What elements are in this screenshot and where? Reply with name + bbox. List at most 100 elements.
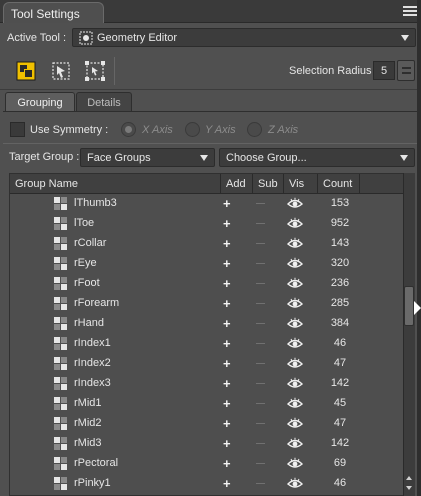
subtract-icon[interactable] [256, 443, 265, 444]
column-header-add[interactable]: Add [221, 174, 253, 194]
subtract-icon[interactable] [256, 343, 265, 344]
add-icon[interactable]: + [223, 216, 231, 231]
visibility-eye-icon[interactable] [287, 357, 303, 370]
column-header-group-name[interactable]: Group Name [10, 174, 221, 194]
add-icon[interactable]: + [223, 256, 231, 271]
table-row[interactable]: rIndex2 +47 [10, 354, 404, 374]
table-row[interactable]: rEye +320 [10, 254, 404, 274]
table-row[interactable]: rPinky1 +46 [10, 474, 404, 494]
chevron-down-icon [400, 155, 408, 161]
table-row[interactable]: rMid2 +47 [10, 414, 404, 434]
add-icon[interactable]: + [223, 476, 231, 491]
panel-right-edge [417, 0, 421, 496]
target-group-dropdown[interactable]: Face Groups [80, 148, 215, 167]
column-header-sub[interactable]: Sub [253, 174, 284, 194]
chevron-down-icon [200, 155, 208, 161]
add-icon[interactable]: + [223, 456, 231, 471]
active-tool-dropdown[interactable]: Geometry Editor [72, 28, 416, 47]
panel-menu-icon[interactable] [403, 4, 417, 18]
visibility-eye-icon[interactable] [287, 457, 303, 470]
visibility-eye-icon[interactable] [287, 197, 303, 210]
table-row[interactable]: lThumb3 +153 [10, 194, 404, 214]
subtract-icon[interactable] [256, 323, 265, 324]
add-icon[interactable]: + [223, 316, 231, 331]
face-group-icon [54, 257, 68, 271]
visibility-eye-icon[interactable] [287, 477, 303, 490]
y-axis-radio[interactable] [185, 122, 200, 137]
geometry-editor-tool-icon[interactable] [15, 60, 37, 82]
table-row[interactable]: rMid3 +142 [10, 434, 404, 454]
tool-settings-panel: Tool Settings Active Tool : Geometry Edi… [0, 0, 421, 496]
table-row[interactable]: rIndex1 +46 [10, 334, 404, 354]
use-symmetry-checkbox[interactable] [10, 122, 25, 137]
subtract-icon[interactable] [256, 383, 265, 384]
subtract-icon[interactable] [256, 363, 265, 364]
table-row[interactable]: lToe +952 [10, 214, 404, 234]
toolbar-divider [114, 57, 115, 85]
subtract-icon[interactable] [256, 203, 265, 204]
visibility-eye-icon[interactable] [287, 317, 303, 330]
group-name-cell: rEye [74, 257, 97, 269]
subtract-icon[interactable] [256, 223, 265, 224]
table-body: lThumb3 +153 lToe +952 rCollar +143 rEye +320 rF… [10, 194, 404, 494]
visibility-eye-icon[interactable] [287, 437, 303, 450]
tab-body-border [3, 111, 417, 112]
visibility-eye-icon[interactable] [287, 217, 303, 230]
face-group-icon [54, 417, 68, 431]
visibility-eye-icon[interactable] [287, 337, 303, 350]
add-icon[interactable]: + [223, 276, 231, 291]
column-header-vis[interactable]: Vis [284, 174, 318, 194]
y-axis-label: Y Axis [205, 124, 236, 136]
table-row[interactable]: rCollar +143 [10, 234, 404, 254]
table-header: Group Name Add Sub Vis Count [10, 174, 404, 194]
selection-radius-field[interactable]: 5 [373, 61, 395, 80]
add-icon[interactable]: + [223, 436, 231, 451]
table-scrollbar[interactable] [403, 173, 415, 496]
table-row[interactable]: rMid1 +45 [10, 394, 404, 414]
visibility-eye-icon[interactable] [287, 237, 303, 250]
subtract-icon[interactable] [256, 283, 265, 284]
add-icon[interactable]: + [223, 296, 231, 311]
subtract-icon[interactable] [256, 303, 265, 304]
count-cell: 69 [333, 457, 347, 469]
add-icon[interactable]: + [223, 336, 231, 351]
scrollbar-thumb[interactable] [404, 286, 414, 326]
count-cell: 46 [333, 337, 347, 349]
tab-grouping[interactable]: Grouping [5, 92, 75, 112]
geometry-select-tool-icon[interactable] [50, 60, 72, 82]
group-name-cell: lToe [74, 217, 95, 229]
tab-details[interactable]: Details [76, 92, 132, 112]
table-row[interactable]: rPectoral +69 [10, 454, 404, 474]
add-icon[interactable]: + [223, 356, 231, 371]
mouse-cursor-icon [414, 301, 421, 315]
add-icon[interactable]: + [223, 396, 231, 411]
choose-group-dropdown[interactable]: Choose Group... [219, 148, 415, 167]
visibility-eye-icon[interactable] [287, 377, 303, 390]
panel-title-tab[interactable]: Tool Settings [3, 2, 104, 23]
add-icon[interactable]: + [223, 196, 231, 211]
column-header-count[interactable]: Count [318, 174, 360, 194]
visibility-eye-icon[interactable] [287, 277, 303, 290]
subtract-icon[interactable] [256, 263, 265, 264]
z-axis-radio[interactable] [247, 122, 262, 137]
subtract-icon[interactable] [256, 423, 265, 424]
add-icon[interactable]: + [223, 376, 231, 391]
visibility-eye-icon[interactable] [287, 397, 303, 410]
subtract-icon[interactable] [256, 403, 265, 404]
subtract-icon[interactable] [256, 463, 265, 464]
scroll-down-icon[interactable] [404, 472, 414, 494]
table-row[interactable]: rIndex3 +142 [10, 374, 404, 394]
subtract-icon[interactable] [256, 243, 265, 244]
visibility-eye-icon[interactable] [287, 417, 303, 430]
visibility-eye-icon[interactable] [287, 297, 303, 310]
table-row[interactable]: rFoot +236 [10, 274, 404, 294]
add-icon[interactable]: + [223, 236, 231, 251]
table-row[interactable]: rHand +384 [10, 314, 404, 334]
geometry-bounds-tool-icon[interactable] [84, 60, 106, 82]
selection-radius-stepper[interactable] [397, 60, 415, 81]
add-icon[interactable]: + [223, 416, 231, 431]
subtract-icon[interactable] [256, 483, 265, 484]
x-axis-radio[interactable] [121, 122, 136, 137]
visibility-eye-icon[interactable] [287, 257, 303, 270]
table-row[interactable]: rForearm +285 [10, 294, 404, 314]
